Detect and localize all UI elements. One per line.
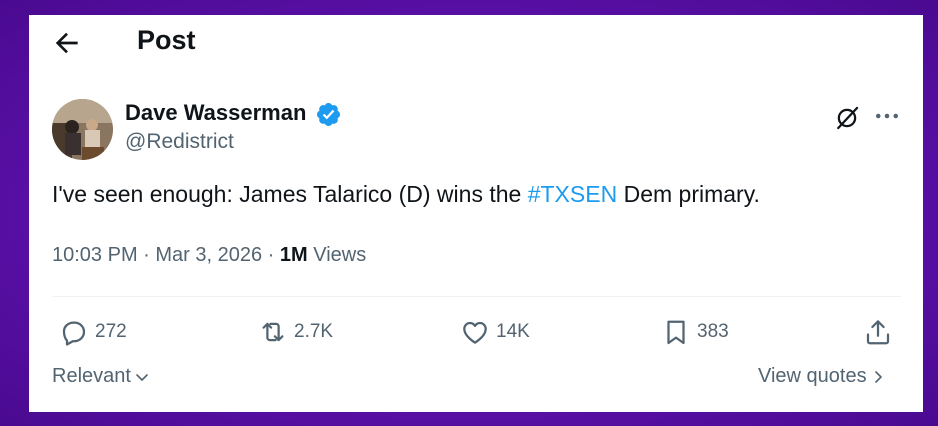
- reply-button[interactable]: 272: [59, 315, 127, 349]
- back-button[interactable]: [51, 27, 83, 59]
- views-count: 1M: [279, 244, 308, 266]
- tweet-time[interactable]: 10:03 PM: [52, 244, 138, 266]
- divider: [52, 296, 901, 297]
- chevron-down-icon: [136, 373, 148, 381]
- heart-icon: [463, 321, 487, 344]
- page-title: Post: [137, 25, 196, 55]
- view-quotes-link[interactable]: View quotes: [758, 365, 886, 388]
- repost-count: 2.7K: [294, 321, 334, 342]
- views-label: Views: [307, 244, 367, 266]
- avatar[interactable]: [52, 99, 113, 160]
- chevron-right-icon: [874, 370, 882, 383]
- like-button[interactable]: 14K: [460, 315, 530, 349]
- sort-replies-dropdown[interactable]: Relevant: [52, 365, 150, 388]
- share-icon: [866, 320, 890, 345]
- grok-icon: [837, 106, 859, 130]
- like-count: 14K: [496, 321, 530, 342]
- tweet-date[interactable]: Mar 3, 2026: [155, 244, 262, 266]
- meta-separator: ·: [262, 244, 280, 266]
- reply-icon: [62, 321, 86, 346]
- view-quotes-label: View quotes: [758, 365, 867, 387]
- repost-button[interactable]: 2.7K: [258, 315, 333, 349]
- tweet-text: I've seen enough: James Talarico (D) win…: [52, 181, 760, 208]
- tweet-text-before: I've seen enough: James Talarico (D) win…: [52, 181, 528, 207]
- grok-button[interactable]: [832, 103, 862, 133]
- author-handle[interactable]: @Redistrict: [125, 130, 234, 154]
- tweet-meta: 10:03 PM · Mar 3, 2026 · 1M Views: [52, 244, 366, 267]
- bookmark-count: 383: [697, 321, 729, 342]
- author-name[interactable]: Dave Wasserman: [125, 100, 306, 126]
- repost-icon: [262, 322, 284, 342]
- bookmark-icon: [667, 320, 685, 345]
- bookmark-button[interactable]: 383: [661, 315, 729, 349]
- share-button[interactable]: [863, 315, 899, 349]
- more-horizontal-icon: [876, 113, 898, 119]
- tweet-text-after: Dem primary.: [617, 181, 760, 207]
- hashtag-link[interactable]: #TXSEN: [528, 181, 617, 207]
- sort-label: Relevant: [52, 365, 131, 387]
- post-header: Post: [29, 15, 923, 67]
- meta-separator: ·: [137, 244, 156, 266]
- post-card: Post Dave Wasserman @Redistrict I've see…: [29, 15, 923, 412]
- arrow-left-icon: [55, 32, 78, 54]
- reply-count: 272: [95, 321, 127, 342]
- more-options-button[interactable]: [872, 101, 902, 131]
- verified-badge-icon: [315, 101, 342, 128]
